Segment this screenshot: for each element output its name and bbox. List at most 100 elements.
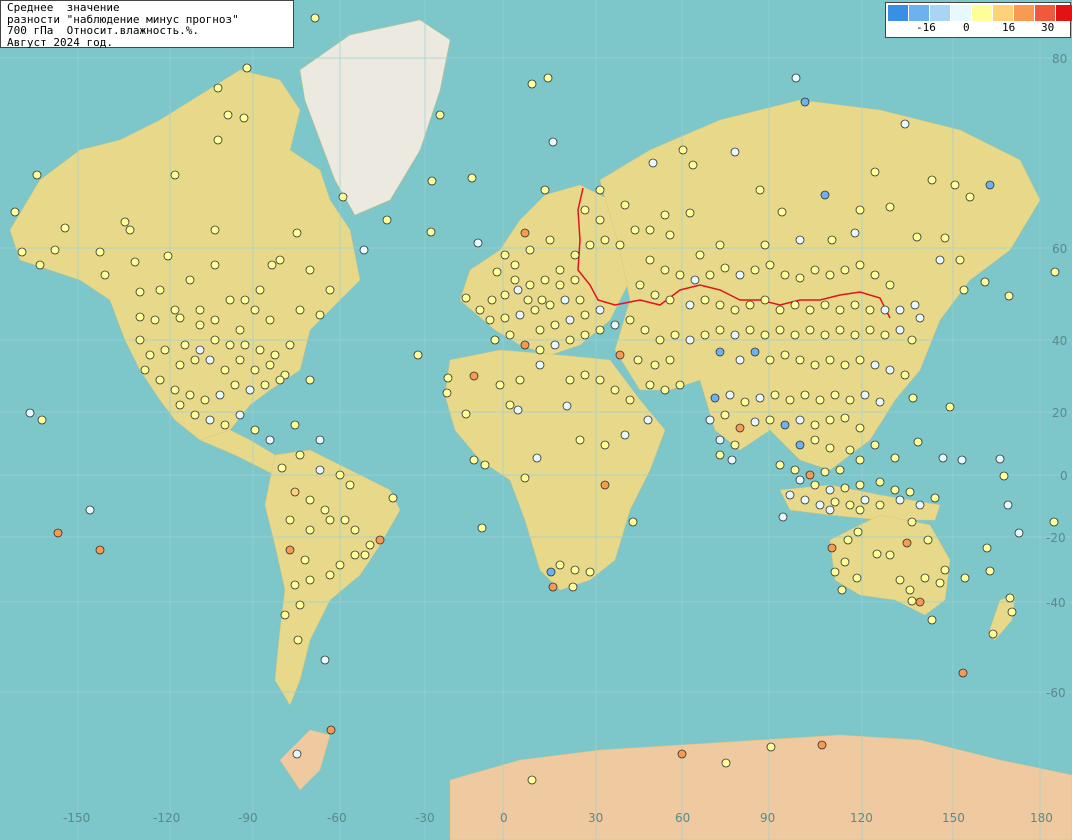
station-marker-icon (461, 409, 471, 419)
station-marker-icon (580, 205, 590, 215)
station-marker-icon (825, 485, 835, 495)
station-marker-icon (923, 535, 933, 545)
station-marker-icon (721, 758, 731, 768)
station-marker-icon (285, 515, 295, 525)
station-marker-icon (275, 375, 285, 385)
station-marker-icon (185, 390, 195, 400)
station-marker-icon (240, 295, 250, 305)
station-marker-icon (620, 200, 630, 210)
station-marker-icon (750, 347, 760, 357)
station-marker-icon (688, 160, 698, 170)
station-marker-icon (545, 300, 555, 310)
station-marker-icon (840, 557, 850, 567)
station-marker-icon (648, 158, 658, 168)
station-marker-icon (532, 453, 542, 463)
station-marker-icon (740, 397, 750, 407)
legend-label: 0 (963, 21, 970, 34)
legend-swatches (888, 5, 1072, 21)
station-marker-icon (285, 340, 295, 350)
station-marker-icon (543, 73, 553, 83)
station-marker-icon (830, 497, 840, 507)
station-marker-icon (213, 83, 223, 93)
station-marker-icon (635, 280, 645, 290)
station-marker-icon (535, 345, 545, 355)
station-marker-icon (85, 505, 95, 515)
station-marker-icon (958, 668, 968, 678)
station-marker-icon (727, 455, 737, 465)
station-marker-icon (1004, 291, 1014, 301)
station-marker-icon (275, 255, 285, 265)
station-marker-icon (710, 393, 720, 403)
station-marker-icon (935, 578, 945, 588)
station-marker-icon (295, 600, 305, 610)
lon-label: 150 (942, 811, 965, 825)
station-marker-icon (285, 545, 295, 555)
station-marker-icon (265, 435, 275, 445)
station-marker-icon (210, 335, 220, 345)
station-marker-icon (550, 340, 560, 350)
station-marker-icon (765, 260, 775, 270)
station-marker-icon (595, 375, 605, 385)
station-marker-icon (885, 550, 895, 560)
station-marker-icon (350, 550, 360, 560)
station-marker-icon (615, 240, 625, 250)
station-marker-icon (477, 523, 487, 533)
station-marker-icon (190, 410, 200, 420)
station-marker-icon (985, 566, 995, 576)
station-marker-icon (775, 325, 785, 335)
station-marker-icon (180, 340, 190, 350)
station-marker-icon (705, 270, 715, 280)
station-marker-icon (205, 355, 215, 365)
station-marker-icon (810, 420, 820, 430)
lon-label: 90 (760, 811, 775, 825)
station-marker-icon (610, 385, 620, 395)
station-marker-icon (720, 263, 730, 273)
lon-label: 0 (500, 811, 508, 825)
legend-labels: -16 0 16 30 (886, 21, 1072, 35)
station-marker-icon (850, 228, 860, 238)
lon-label: -150 (63, 811, 90, 825)
station-marker-icon (780, 350, 790, 360)
station-marker-icon (795, 475, 805, 485)
station-marker-icon (620, 430, 630, 440)
lon-label: -90 (238, 811, 258, 825)
station-marker-icon (853, 527, 863, 537)
station-marker-icon (525, 280, 535, 290)
station-marker-icon (825, 270, 835, 280)
station-marker-icon (375, 535, 385, 545)
lat-label: 40 (1052, 334, 1067, 348)
station-marker-icon (760, 295, 770, 305)
station-marker-icon (255, 345, 265, 355)
station-marker-icon (645, 225, 655, 235)
station-marker-icon (190, 355, 200, 365)
station-marker-icon (795, 415, 805, 425)
station-marker-icon (855, 423, 865, 433)
station-marker-icon (885, 280, 895, 290)
station-marker-icon (540, 185, 550, 195)
station-marker-icon (1049, 517, 1059, 527)
station-marker-icon (920, 573, 930, 583)
station-marker-icon (775, 460, 785, 470)
station-marker-icon (665, 230, 675, 240)
station-marker-icon (560, 295, 570, 305)
station-marker-icon (840, 265, 850, 275)
station-marker-icon (487, 295, 497, 305)
station-marker-icon (10, 207, 20, 217)
station-marker-icon (825, 355, 835, 365)
station-marker-icon (872, 549, 882, 559)
station-marker-icon (670, 330, 680, 340)
station-marker-icon (1005, 593, 1015, 603)
station-marker-icon (785, 395, 795, 405)
station-marker-icon (835, 305, 845, 315)
station-marker-icon (766, 742, 776, 752)
station-marker-icon (915, 597, 925, 607)
station-marker-icon (215, 390, 225, 400)
station-marker-icon (880, 305, 890, 315)
legend-swatch (909, 5, 930, 21)
station-marker-icon (527, 79, 537, 89)
station-marker-icon (359, 245, 369, 255)
station-marker-icon (260, 380, 270, 390)
station-marker-icon (295, 305, 305, 315)
station-marker-icon (335, 560, 345, 570)
station-marker-icon (600, 480, 610, 490)
